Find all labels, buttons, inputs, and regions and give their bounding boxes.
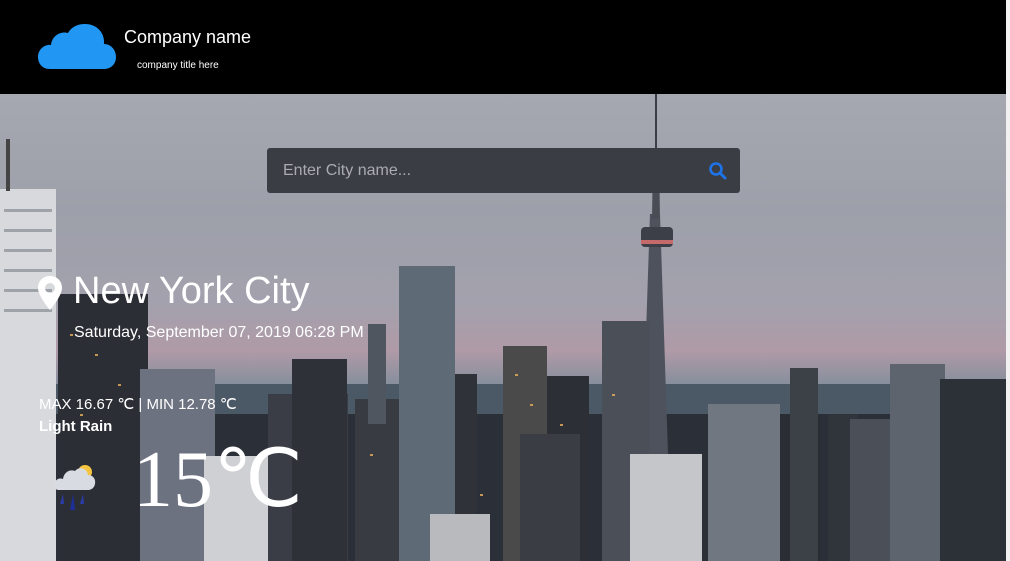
cloud-icon	[38, 24, 116, 69]
company-title: company title here	[137, 60, 219, 71]
header: Company name company title here	[0, 0, 1006, 94]
weather-hero: New York City Saturday, September 07, 20…	[0, 94, 1006, 561]
city-search-input[interactable]	[267, 148, 703, 193]
weather-description: Light Rain	[39, 418, 113, 435]
search-bar	[267, 148, 740, 193]
map-pin-icon	[38, 276, 62, 310]
scrollbar[interactable]	[1006, 0, 1010, 561]
current-temperature: 15℃	[133, 436, 303, 524]
min-max-temperature: MAX 16.67 ℃ | MIN 12.78 ℃	[39, 396, 237, 413]
company-name: Company name	[124, 27, 252, 47]
date-time: Saturday, September 07, 2019 06:28 PM	[74, 324, 364, 341]
rain-cloud-icon	[54, 465, 96, 510]
city-name: New York City	[73, 270, 310, 312]
search-icon[interactable]	[706, 159, 730, 183]
